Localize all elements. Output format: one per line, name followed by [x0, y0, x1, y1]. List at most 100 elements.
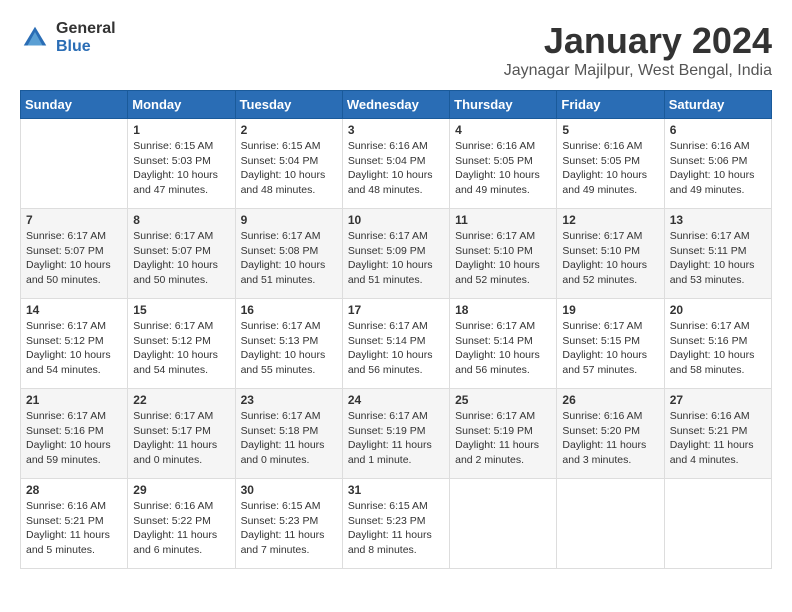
day-info: Sunrise: 6:17 AM Sunset: 5:07 PM Dayligh… [133, 229, 229, 288]
day-info: Sunrise: 6:17 AM Sunset: 5:13 PM Dayligh… [241, 319, 337, 378]
calendar-cell: 2 Sunrise: 6:15 AM Sunset: 5:04 PM Dayli… [235, 119, 342, 209]
sunrise-text: Sunrise: 6:15 AM [348, 500, 428, 512]
day-info: Sunrise: 6:17 AM Sunset: 5:12 PM Dayligh… [133, 319, 229, 378]
day-number: 22 [133, 393, 229, 407]
calendar-header: Sunday Monday Tuesday Wednesday Thursday… [21, 91, 772, 119]
daylight-text: Daylight: 10 hours and 48 minutes. [241, 169, 326, 196]
daylight-text: Daylight: 10 hours and 55 minutes. [241, 349, 326, 376]
sunrise-text: Sunrise: 6:17 AM [241, 230, 321, 242]
calendar-cell: 24 Sunrise: 6:17 AM Sunset: 5:19 PM Dayl… [342, 389, 449, 479]
calendar-cell: 22 Sunrise: 6:17 AM Sunset: 5:17 PM Dayl… [128, 389, 235, 479]
calendar-cell: 30 Sunrise: 6:15 AM Sunset: 5:23 PM Dayl… [235, 479, 342, 569]
sunrise-text: Sunrise: 6:17 AM [562, 320, 642, 332]
logo-general: General [56, 20, 116, 38]
day-number: 11 [455, 213, 551, 227]
calendar-cell: 1 Sunrise: 6:15 AM Sunset: 5:03 PM Dayli… [128, 119, 235, 209]
day-info: Sunrise: 6:17 AM Sunset: 5:16 PM Dayligh… [670, 319, 766, 378]
sunset-text: Sunset: 5:08 PM [241, 245, 319, 257]
day-number: 23 [241, 393, 337, 407]
calendar-cell: 5 Sunrise: 6:16 AM Sunset: 5:05 PM Dayli… [557, 119, 664, 209]
daylight-text: Daylight: 11 hours and 1 minute. [348, 439, 432, 466]
calendar-cell: 26 Sunrise: 6:16 AM Sunset: 5:20 PM Dayl… [557, 389, 664, 479]
daylight-text: Daylight: 10 hours and 54 minutes. [26, 349, 111, 376]
day-number: 21 [26, 393, 122, 407]
daylight-text: Daylight: 11 hours and 6 minutes. [133, 529, 217, 556]
day-number: 10 [348, 213, 444, 227]
day-info: Sunrise: 6:17 AM Sunset: 5:14 PM Dayligh… [455, 319, 551, 378]
calendar-cell: 7 Sunrise: 6:17 AM Sunset: 5:07 PM Dayli… [21, 209, 128, 299]
sunrise-text: Sunrise: 6:17 AM [455, 410, 535, 422]
calendar-week-row: 21 Sunrise: 6:17 AM Sunset: 5:16 PM Dayl… [21, 389, 772, 479]
day-number: 28 [26, 483, 122, 497]
sunset-text: Sunset: 5:11 PM [670, 245, 747, 257]
day-number: 3 [348, 123, 444, 137]
daylight-text: Daylight: 10 hours and 52 minutes. [562, 259, 647, 286]
day-info: Sunrise: 6:17 AM Sunset: 5:10 PM Dayligh… [455, 229, 551, 288]
daylight-text: Daylight: 10 hours and 57 minutes. [562, 349, 647, 376]
calendar-cell: 14 Sunrise: 6:17 AM Sunset: 5:12 PM Dayl… [21, 299, 128, 389]
day-info: Sunrise: 6:17 AM Sunset: 5:18 PM Dayligh… [241, 409, 337, 468]
header-sunday: Sunday [21, 91, 128, 119]
daylight-text: Daylight: 11 hours and 8 minutes. [348, 529, 432, 556]
sunset-text: Sunset: 5:15 PM [562, 335, 640, 347]
day-number: 25 [455, 393, 551, 407]
daylight-text: Daylight: 10 hours and 47 minutes. [133, 169, 218, 196]
page-header: General Blue January 2024 Jaynagar Majil… [20, 20, 772, 80]
sunset-text: Sunset: 5:04 PM [348, 155, 426, 167]
day-number: 2 [241, 123, 337, 137]
sunset-text: Sunset: 5:21 PM [26, 515, 104, 527]
calendar-cell: 19 Sunrise: 6:17 AM Sunset: 5:15 PM Dayl… [557, 299, 664, 389]
sunset-text: Sunset: 5:07 PM [133, 245, 211, 257]
day-number: 30 [241, 483, 337, 497]
calendar-cell: 6 Sunrise: 6:16 AM Sunset: 5:06 PM Dayli… [664, 119, 771, 209]
sunrise-text: Sunrise: 6:16 AM [348, 140, 428, 152]
sunset-text: Sunset: 5:12 PM [133, 335, 211, 347]
day-number: 15 [133, 303, 229, 317]
calendar-cell: 8 Sunrise: 6:17 AM Sunset: 5:07 PM Dayli… [128, 209, 235, 299]
calendar-cell: 28 Sunrise: 6:16 AM Sunset: 5:21 PM Dayl… [21, 479, 128, 569]
day-number: 14 [26, 303, 122, 317]
daylight-text: Daylight: 11 hours and 5 minutes. [26, 529, 110, 556]
sunrise-text: Sunrise: 6:17 AM [670, 320, 750, 332]
sunset-text: Sunset: 5:21 PM [670, 425, 748, 437]
day-info: Sunrise: 6:17 AM Sunset: 5:11 PM Dayligh… [670, 229, 766, 288]
calendar-cell [557, 479, 664, 569]
calendar-cell: 23 Sunrise: 6:17 AM Sunset: 5:18 PM Dayl… [235, 389, 342, 479]
header-wednesday: Wednesday [342, 91, 449, 119]
day-info: Sunrise: 6:16 AM Sunset: 5:22 PM Dayligh… [133, 499, 229, 558]
sunrise-text: Sunrise: 6:17 AM [241, 410, 321, 422]
calendar-cell: 3 Sunrise: 6:16 AM Sunset: 5:04 PM Dayli… [342, 119, 449, 209]
sunset-text: Sunset: 5:19 PM [455, 425, 533, 437]
sunset-text: Sunset: 5:05 PM [562, 155, 640, 167]
sunset-text: Sunset: 5:16 PM [26, 425, 104, 437]
location-title: Jaynagar Majilpur, West Bengal, India [504, 62, 772, 80]
calendar-week-row: 1 Sunrise: 6:15 AM Sunset: 5:03 PM Dayli… [21, 119, 772, 209]
sunrise-text: Sunrise: 6:17 AM [562, 230, 642, 242]
calendar-cell: 9 Sunrise: 6:17 AM Sunset: 5:08 PM Dayli… [235, 209, 342, 299]
day-info: Sunrise: 6:16 AM Sunset: 5:06 PM Dayligh… [670, 139, 766, 198]
sunset-text: Sunset: 5:09 PM [348, 245, 426, 257]
logo-text: General Blue [56, 20, 116, 55]
day-info: Sunrise: 6:16 AM Sunset: 5:04 PM Dayligh… [348, 139, 444, 198]
calendar-cell: 17 Sunrise: 6:17 AM Sunset: 5:14 PM Dayl… [342, 299, 449, 389]
daylight-text: Daylight: 10 hours and 51 minutes. [241, 259, 326, 286]
day-info: Sunrise: 6:17 AM Sunset: 5:15 PM Dayligh… [562, 319, 658, 378]
calendar-week-row: 14 Sunrise: 6:17 AM Sunset: 5:12 PM Dayl… [21, 299, 772, 389]
daylight-text: Daylight: 10 hours and 52 minutes. [455, 259, 540, 286]
daylight-text: Daylight: 10 hours and 49 minutes. [455, 169, 540, 196]
day-number: 16 [241, 303, 337, 317]
header-tuesday: Tuesday [235, 91, 342, 119]
daylight-text: Daylight: 10 hours and 53 minutes. [670, 259, 755, 286]
calendar-cell [664, 479, 771, 569]
calendar-cell: 13 Sunrise: 6:17 AM Sunset: 5:11 PM Dayl… [664, 209, 771, 299]
day-number: 1 [133, 123, 229, 137]
calendar-body: 1 Sunrise: 6:15 AM Sunset: 5:03 PM Dayli… [21, 119, 772, 569]
header-monday: Monday [128, 91, 235, 119]
sunrise-text: Sunrise: 6:16 AM [133, 500, 213, 512]
day-info: Sunrise: 6:17 AM Sunset: 5:17 PM Dayligh… [133, 409, 229, 468]
day-number: 5 [562, 123, 658, 137]
daylight-text: Daylight: 11 hours and 0 minutes. [241, 439, 325, 466]
daylight-text: Daylight: 10 hours and 58 minutes. [670, 349, 755, 376]
sunrise-text: Sunrise: 6:17 AM [348, 410, 428, 422]
day-info: Sunrise: 6:16 AM Sunset: 5:05 PM Dayligh… [455, 139, 551, 198]
